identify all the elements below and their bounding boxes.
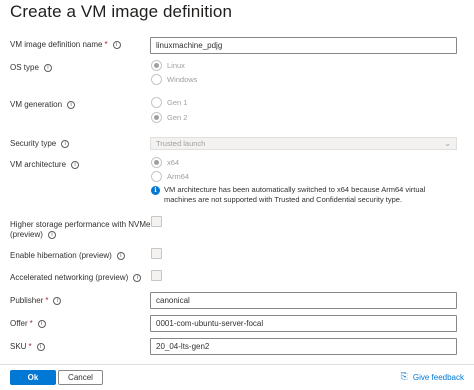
page-title: Create a VM image definition [10,2,233,21]
security-type-value: Trusted launch [156,139,206,148]
vm-architecture-label: VM architecture [10,160,67,169]
feedback-label: Give feedback [412,372,464,382]
accel-net-label: Accelerated networking (preview) [10,273,129,282]
sku-input[interactable]: 20_04-lts-gen2 [150,338,457,355]
info-icon[interactable]: i [36,343,45,351]
architecture-info-message: i VM architecture has been automatically… [151,185,451,205]
radio-label: Arm64 [167,172,190,181]
radio-label: Windows [167,75,198,84]
nvme-label-line2-wrap: (preview) i [10,230,56,240]
radio-circle [151,112,162,123]
required-marker: * [28,342,32,351]
info-icon: i [151,186,160,195]
architecture-info-text: VM architecture has been automatically s… [164,185,426,204]
radio-label: Linux [167,61,185,70]
info-icon[interactable]: i [116,252,125,260]
info-icon[interactable]: i [53,297,62,305]
vm-generation-radio-gen2[interactable]: Gen 2 [151,112,187,123]
chevron-down-icon: ⌄ [444,139,451,148]
give-feedback-link[interactable]: ⎘ Give feedback [401,372,464,382]
feedback-icon: ⎘ [400,372,408,382]
os-type-label: OS type [10,63,39,72]
radio-label: x64 [167,158,180,167]
required-marker: * [45,296,49,305]
sku-label: SKU [10,342,27,351]
hibernation-checkbox[interactable] [151,248,162,259]
hibernation-label: Enable hibernation (preview) [10,251,112,260]
nvme-checkbox[interactable] [151,216,162,227]
vm-generation-radio-gen1[interactable]: Gen 1 [151,97,187,108]
info-icon[interactable]: i [61,140,70,148]
offer-input[interactable]: 0001-com-ubuntu-server-focal [150,315,457,332]
publisher-input[interactable]: canonical [150,292,457,309]
info-icon[interactable]: i [67,101,76,109]
nvme-label-line1: Higher storage performance with NVMe [10,220,151,229]
accel-net-label-row: Accelerated networking (preview) i [10,273,142,283]
vm-generation-label: VM generation [10,100,63,109]
radio-label: Gen 2 [167,113,188,122]
required-marker: * [29,319,33,328]
footer-divider [0,364,474,365]
security-type-label-row: Security type i [10,139,70,149]
radio-circle [151,60,162,71]
image-definition-name-input[interactable]: linuxmachine_pdjg [150,37,457,54]
security-type-label: Security type [10,139,57,148]
info-icon[interactable]: i [133,274,142,282]
name-label-row: VM image definition name * i [10,40,121,50]
vm-architecture-radio-x64[interactable]: x64 [151,157,179,168]
required-marker: * [104,40,108,49]
hibernation-label-row: Enable hibernation (preview) i [10,251,125,261]
publisher-label: Publisher [10,296,44,305]
publisher-label-row: Publisher * i [10,296,62,306]
radio-circle [151,74,162,85]
info-icon[interactable]: i [37,320,46,328]
radio-label: Gen 1 [167,98,188,107]
offer-label: Offer [10,319,28,328]
radio-circle [151,171,162,182]
os-type-label-row: OS type i [10,63,52,73]
name-label: VM image definition name [10,40,103,49]
info-icon[interactable]: i [47,231,56,239]
vm-architecture-radio-arm64[interactable]: Arm64 [151,171,189,182]
vm-generation-label-row: VM generation i [10,100,76,110]
radio-circle [151,157,162,168]
accel-net-checkbox[interactable] [151,270,162,281]
radio-circle [151,97,162,108]
security-type-select[interactable]: Trusted launch ⌄ [150,137,457,150]
info-icon[interactable]: i [71,161,80,169]
offer-label-row: Offer * i [10,319,46,329]
cancel-button[interactable]: Cancel [58,370,103,385]
os-type-radio-windows[interactable]: Windows [151,74,197,85]
info-icon[interactable]: i [43,64,52,72]
nvme-label-row: Higher storage performance with NVMe (pr… [10,220,151,240]
info-icon[interactable]: i [112,41,121,49]
vm-architecture-label-row: VM architecture i [10,160,80,170]
nvme-label-line2: (preview) [10,230,43,239]
ok-button[interactable]: Ok [10,370,56,385]
sku-label-row: SKU * i [10,342,45,352]
os-type-radio-linux[interactable]: Linux [151,60,185,71]
